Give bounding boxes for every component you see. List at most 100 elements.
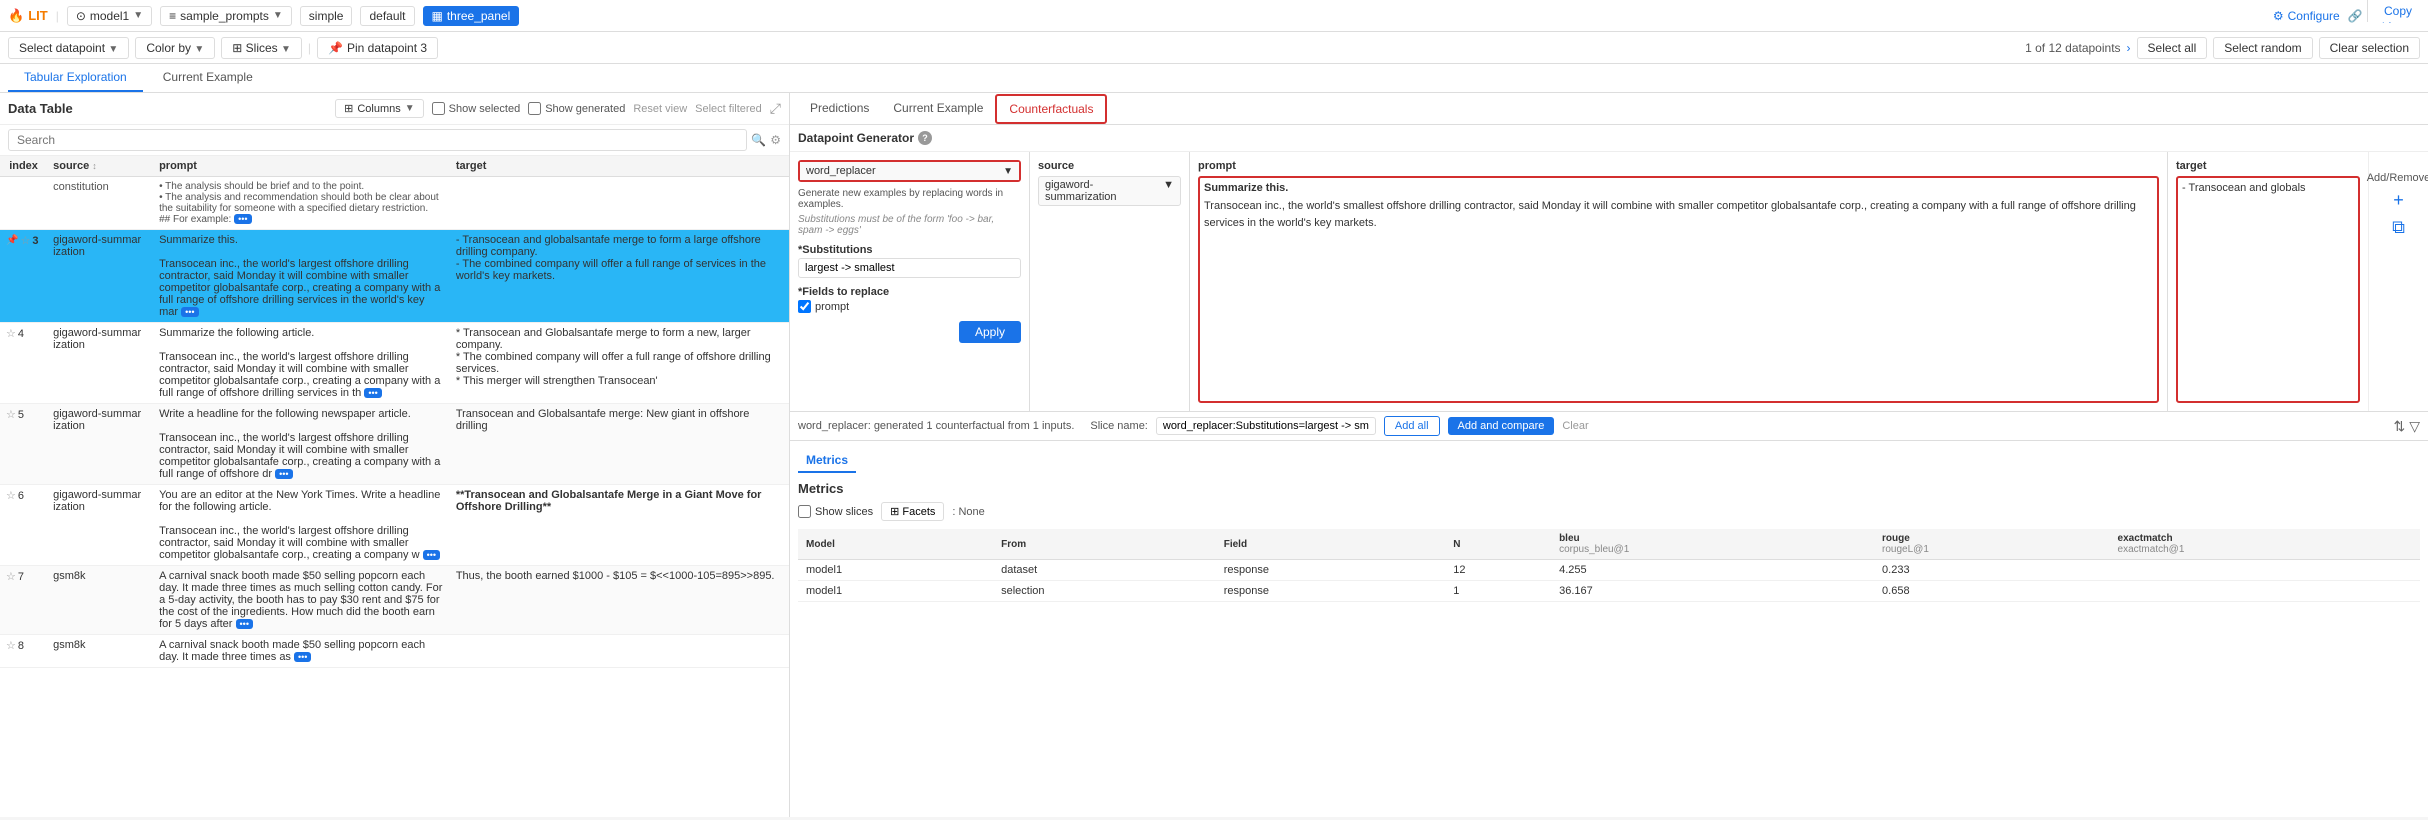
tab-counterfactuals[interactable]: Counterfactuals (995, 94, 1107, 124)
columns-button[interactable]: ⊞ Columns ▼ (335, 99, 424, 118)
metrics-n-cell: 12 (1445, 560, 1551, 581)
tab-tabular-exploration[interactable]: Tabular Exploration (8, 64, 143, 92)
copy-button[interactable]: Copy (2367, 0, 2428, 22)
show-slices-checkbox[interactable] (798, 505, 811, 518)
add-compare-button[interactable]: Add and compare (1448, 417, 1555, 435)
tab-current-example[interactable]: Current Example (881, 95, 995, 123)
table-row-selected[interactable]: 📌 ☆ 3 gigaword-summar ization Summarize … (0, 230, 789, 323)
metric-col-model: Model (798, 529, 993, 560)
more-indicator-8[interactable]: ••• (294, 652, 311, 662)
sort-icon[interactable]: ⇅ (2393, 418, 2405, 435)
add-row-button[interactable]: + (2393, 190, 2404, 211)
pin-datapoint-button[interactable]: 📌 Pin datapoint 3 (317, 37, 438, 59)
filter-icon[interactable]: ▽ (2409, 418, 2420, 435)
star-icon[interactable]: ☆ (6, 570, 16, 583)
more-indicator-7[interactable]: ••• (236, 619, 253, 629)
row-prompt-cell: • The analysis should be brief and to th… (153, 177, 450, 230)
facets-button[interactable]: ⊞ Facets (881, 502, 944, 521)
show-slices-label[interactable]: Show slices (798, 505, 873, 518)
dataset-selector[interactable]: ≡ sample_prompts ▼ (160, 6, 292, 26)
more-indicator-5[interactable]: ••• (275, 469, 292, 479)
more-indicator-6[interactable]: ••• (423, 550, 440, 560)
clear-button[interactable]: Clear (1562, 420, 1588, 432)
pin-label: Pin datapoint 3 (347, 41, 427, 55)
layout-panel-icon: ▦ (432, 9, 443, 23)
dataset-chevron: ▼ (273, 10, 283, 21)
prompt-checkbox-label: prompt (815, 301, 849, 313)
star-icon[interactable]: ☆ (20, 234, 30, 247)
col-header-source[interactable]: source ↕ (47, 156, 153, 177)
prompt-header-value: Summarize this. (1204, 182, 2153, 194)
show-selected-checkbox-label[interactable]: Show selected (432, 102, 521, 115)
show-generated-checkbox[interactable] (528, 102, 541, 115)
expand-icon[interactable]: ⤢ (770, 100, 781, 117)
metric-col-n: N (1445, 529, 1551, 560)
more-indicator[interactable]: ••• (234, 214, 251, 224)
substitutions-input[interactable] (798, 258, 1021, 278)
more-indicator-4[interactable]: ••• (364, 388, 381, 398)
star-icon[interactable]: ☆ (6, 408, 16, 421)
slices-button[interactable]: ⊞ Slices ▼ (221, 37, 302, 59)
star-icon[interactable]: ☆ (6, 489, 16, 502)
star-icon[interactable]: ☆ (6, 327, 16, 340)
table-row[interactable]: ☆ 5 gigaword-summar ization Write a head… (0, 404, 789, 485)
prompt-field-checkbox[interactable] (798, 300, 811, 313)
tab-current-example[interactable]: Current Example (147, 64, 269, 92)
table-row[interactable]: ☆ 7 gsm8k A carnival snack booth made $5… (0, 566, 789, 635)
prompt-header: prompt (159, 160, 197, 172)
pin-row-icon[interactable]: 📌 (6, 235, 18, 246)
search-settings-icon[interactable]: ⚙ (770, 133, 781, 147)
row-target-cell: **Transocean and Globalsantafe Merge in … (450, 485, 789, 566)
nav-next-icon[interactable]: › (2127, 41, 2131, 55)
select-filtered-button[interactable]: Select filtered (695, 103, 762, 115)
dataset-icon: ≡ (169, 9, 176, 23)
color-by-button[interactable]: Color by ▼ (135, 37, 215, 59)
configure-button[interactable]: ⚙ Configure (2273, 9, 2340, 23)
layout-three-panel[interactable]: ▦ three_panel (423, 6, 520, 26)
current-example-tab-label: Current Example (893, 101, 983, 115)
copy-row-button[interactable]: ⧉ (2392, 217, 2405, 238)
search-icon[interactable]: 🔍 (751, 133, 766, 147)
show-selected-checkbox[interactable] (432, 102, 445, 115)
select-random-button[interactable]: Select random (2213, 37, 2312, 59)
model-selector[interactable]: ⊙ model1 ▼ (67, 6, 152, 26)
star-icon[interactable]: ☆ (6, 639, 16, 652)
row-source-cell: gigaword-summar ization (47, 404, 153, 485)
metrics-tab[interactable]: Metrics (798, 449, 856, 473)
source-select[interactable]: gigaword-summarization ▼ (1038, 176, 1181, 206)
table-row[interactable]: ☆ 4 gigaword-summar ization Summarize th… (0, 323, 789, 404)
slice-name-input[interactable] (1156, 417, 1376, 435)
col-header-prompt[interactable]: prompt (153, 156, 450, 177)
tab-tabular-label: Tabular Exploration (24, 70, 127, 84)
color-by-chevron: ▼ (194, 44, 204, 55)
select-all-button[interactable]: Select all (2137, 37, 2208, 59)
apply-button[interactable]: Apply (959, 321, 1021, 343)
word-replacer-select[interactable]: word_replacer ▼ (800, 162, 1019, 180)
row-target-cell (450, 177, 789, 230)
row-number: 4 (18, 328, 24, 340)
source-field-header: source (1038, 160, 1181, 172)
configure-label: Configure (2288, 9, 2340, 23)
model-name: model1 (90, 9, 129, 23)
metrics-rouge-cell: 0.658 (1874, 581, 2110, 602)
select-datapoint-button[interactable]: Select datapoint ▼ (8, 37, 129, 59)
select-dp-chevron: ▼ (108, 44, 118, 55)
reset-view-button[interactable]: Reset view (633, 103, 687, 115)
metrics-model-cell: model1 (798, 581, 993, 602)
layout-default[interactable]: default (360, 6, 414, 26)
clear-selection-button[interactable]: Clear selection (2319, 37, 2420, 59)
metrics-from-cell: selection (993, 581, 1216, 602)
select-all-label: Select all (2148, 41, 2197, 55)
table-row[interactable]: ☆ 6 gigaword-summar ization You are an e… (0, 485, 789, 566)
add-all-button[interactable]: Add all (1384, 416, 1440, 436)
tab-predictions[interactable]: Predictions (798, 95, 881, 123)
layout-simple[interactable]: simple (300, 6, 353, 26)
show-generated-checkbox-label[interactable]: Show generated (528, 102, 625, 115)
info-icon[interactable]: ? (918, 131, 932, 145)
table-row[interactable]: ☆ 8 gsm8k A carnival snack booth made $5… (0, 635, 789, 668)
more-indicator-3[interactable]: ••• (181, 307, 198, 317)
col-header-target[interactable]: target (450, 156, 789, 177)
search-input[interactable] (8, 129, 747, 151)
sort-filter-icons: ⇅ ▽ (2393, 418, 2420, 435)
columns-icon: ⊞ (344, 102, 353, 115)
